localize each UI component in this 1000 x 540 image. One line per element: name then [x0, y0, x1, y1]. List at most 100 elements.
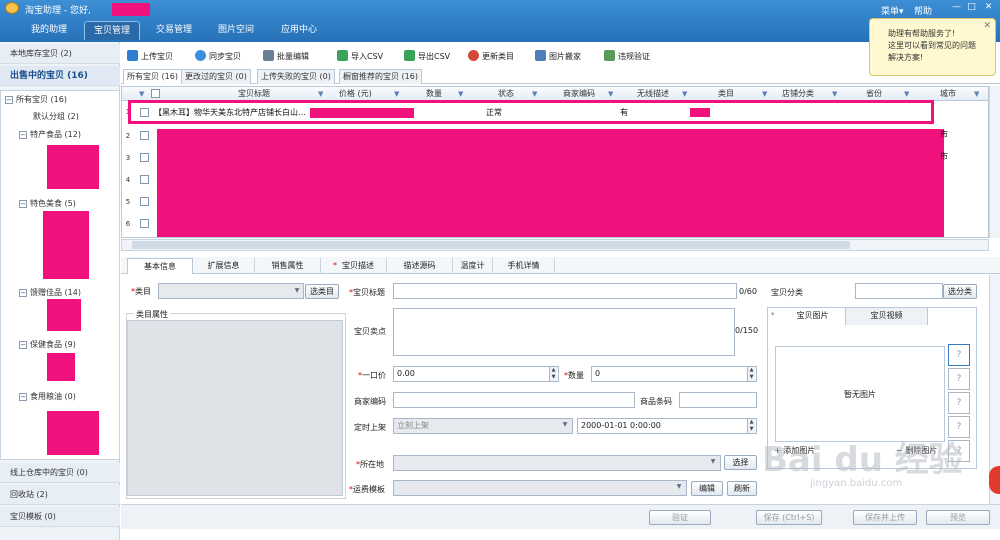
col-price[interactable]: 价格 (元) — [339, 88, 372, 99]
upload-button[interactable]: 上传宝贝 — [127, 49, 173, 65]
floating-red-badge[interactable] — [989, 466, 1000, 494]
collapse-icon[interactable]: − — [5, 96, 13, 104]
tab-my-assistant[interactable]: 我的助理 — [20, 21, 78, 40]
sync-button[interactable]: 同步宝贝 — [195, 49, 241, 65]
validate-button[interactable]: 验证 — [649, 510, 711, 525]
select-all-checkbox[interactable] — [151, 89, 160, 98]
col-category[interactable]: 类目 — [718, 88, 734, 99]
save-and-upload-button[interactable]: 保存并上传 — [853, 510, 917, 525]
row-checkbox[interactable] — [140, 197, 149, 206]
row-checkbox[interactable] — [140, 219, 149, 228]
chevron-down-icon[interactable]: ▼ — [560, 421, 570, 428]
schedule-select[interactable]: 立刻上架 — [393, 418, 573, 434]
sku-input[interactable] — [393, 392, 635, 408]
tab-desc-source[interactable]: 描述源码 — [387, 258, 453, 274]
col-status[interactable]: 状态 — [498, 88, 514, 99]
refresh-template-button[interactable]: 刷新 — [727, 481, 757, 496]
sidebar-local-items[interactable]: 本地库存宝贝 (2) — [0, 44, 120, 64]
tree-node-oil[interactable]: − 食用粮油 (0) — [19, 391, 76, 402]
tab-description[interactable]: * 宝贝描述 — [321, 258, 387, 274]
maximize-icon[interactable]: □ — [965, 2, 978, 13]
col-sku[interactable]: 商家编码 — [563, 88, 595, 99]
scroll-thumb[interactable] — [132, 241, 850, 249]
tab-item-video[interactable]: 宝贝视频 — [846, 308, 928, 325]
edit-template-button[interactable]: 编辑 — [691, 481, 723, 496]
price-input[interactable]: 0.00 — [393, 366, 559, 382]
tab-trade-management[interactable]: 交易管理 — [146, 21, 202, 40]
collapse-icon[interactable]: − — [19, 393, 27, 401]
sidebar-templates[interactable]: 宝贝模板 (0) — [0, 507, 120, 527]
help-button[interactable]: 帮助 — [914, 4, 932, 17]
violation-check-button[interactable]: 违规验证 — [604, 49, 650, 65]
tree-node-food[interactable]: − 特色美食 (5) — [19, 198, 76, 209]
tree-node-default[interactable]: 默认分组 (2) — [33, 111, 79, 122]
tab-extended-info[interactable]: 扩展信息 — [193, 258, 255, 274]
tab-mobile-detail[interactable]: 手机详情 — [493, 258, 555, 274]
choose-shop-category-button[interactable]: 选分类 — [943, 284, 977, 299]
choose-category-button[interactable]: 选类目 — [305, 284, 339, 299]
collapse-icon[interactable]: − — [19, 341, 27, 349]
schedule-datetime[interactable]: 2000-01-01 0:00:00 — [577, 418, 757, 434]
quantity-stepper[interactable]: ▲ ▼ — [747, 367, 755, 381]
col-qty[interactable]: 数量 — [426, 88, 442, 99]
col-city[interactable]: 城市 — [940, 88, 956, 99]
tab-thermometer[interactable]: 温度计 — [453, 258, 493, 274]
batch-edit-button[interactable]: 批量编辑 — [263, 49, 309, 65]
tab-image-space[interactable]: 图片空间 — [208, 21, 264, 40]
tree-node-all[interactable]: − 所有宝贝 (16) — [5, 94, 67, 105]
category-select[interactable] — [158, 283, 304, 299]
col-wireless[interactable]: 无线描述 — [637, 88, 669, 99]
import-csv-button[interactable]: 导入CSV — [337, 49, 383, 65]
collapse-icon[interactable]: − — [19, 131, 27, 139]
picture-slot[interactable]: ? — [948, 344, 970, 366]
choose-location-button[interactable]: 选择 — [724, 455, 757, 470]
collapse-icon[interactable]: − — [19, 200, 27, 208]
tab-app-center[interactable]: 应用中心 — [270, 21, 328, 40]
title-input[interactable] — [393, 283, 737, 299]
collapse-icon[interactable]: − — [19, 289, 27, 297]
row-checkbox[interactable] — [140, 175, 149, 184]
save-button[interactable]: 保存 (Ctrl+S) — [756, 510, 822, 525]
update-category-button[interactable]: 更新类目 — [468, 49, 514, 65]
image-move-button[interactable]: 图片搬家 — [535, 49, 581, 65]
shipping-select[interactable] — [393, 480, 687, 496]
tree-node-gift[interactable]: − 馈赠佳品 (14) — [19, 287, 81, 298]
tooltip-close-icon[interactable]: ✕ — [983, 20, 991, 32]
location-select[interactable] — [393, 455, 721, 471]
chevron-down-icon[interactable]: ▼ — [708, 458, 718, 465]
datetime-stepper[interactable]: ▲ ▼ — [747, 419, 755, 433]
sidebar-recycle-bin[interactable]: 回收站 (2) — [0, 485, 120, 505]
preview-button[interactable]: 预览 — [926, 510, 990, 525]
col-shop-category[interactable]: 店铺分类 — [782, 88, 814, 99]
tab-item-management[interactable]: 宝贝管理 — [84, 21, 140, 40]
tab-recommended-items[interactable]: 橱窗推荐的宝贝 (16) — [339, 69, 422, 84]
tab-sales-attrs[interactable]: 销售属性 — [255, 258, 321, 274]
chevron-down-icon[interactable]: ▼ — [674, 483, 684, 490]
col-title[interactable]: 宝贝标题 — [238, 88, 270, 99]
tab-item-pictures[interactable]: 宝贝图片 — [780, 308, 846, 325]
minimize-icon[interactable]: — — [950, 2, 963, 13]
selling-point-textarea[interactable] — [393, 308, 735, 356]
chevron-down-icon[interactable]: ▼ — [292, 287, 302, 294]
sidebar-selling-items[interactable]: 出售中的宝贝 (16) — [0, 66, 120, 86]
menu-button[interactable]: 菜单▾ — [881, 4, 904, 17]
barcode-input[interactable] — [679, 392, 757, 408]
grid-horizontal-scrollbar[interactable] — [121, 239, 989, 251]
tab-failed-items[interactable]: 上传失败的宝贝 (0) — [257, 69, 335, 84]
col-province[interactable]: 省份 — [866, 88, 882, 99]
close-icon[interactable]: ✕ — [982, 2, 995, 13]
export-csv-button[interactable]: 导出CSV — [404, 49, 450, 65]
tab-basic-info[interactable]: 基本信息 — [127, 258, 193, 274]
shop-category-input[interactable] — [855, 283, 943, 299]
sidebar-warehouse[interactable]: 线上仓库中的宝贝 (0) — [0, 463, 120, 483]
row-checkbox[interactable] — [140, 153, 149, 162]
tab-all-items[interactable]: 所有宝贝 (16) — [123, 69, 182, 84]
picture-slot[interactable]: ? — [948, 392, 970, 414]
tree-node-special[interactable]: − 特产食品 (12) — [19, 129, 81, 140]
picture-slot[interactable]: ? — [948, 368, 970, 390]
tree-node-health[interactable]: − 保健食品 (9) — [19, 339, 76, 350]
row-checkbox[interactable] — [140, 131, 149, 140]
quantity-input[interactable]: 0 — [591, 366, 757, 382]
tab-changed-items[interactable]: 更改过的宝贝 (0) — [181, 69, 251, 84]
price-stepper[interactable]: ▲ ▼ — [549, 367, 557, 381]
